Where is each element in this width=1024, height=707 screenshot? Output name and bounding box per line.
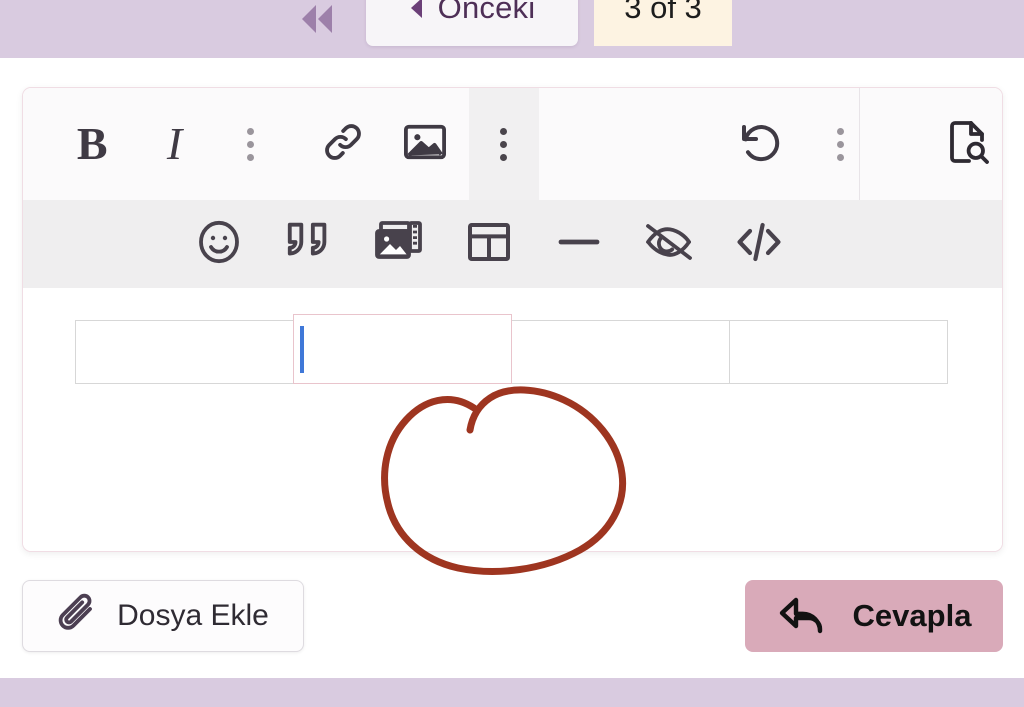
page-counter-badge: 3 of 3 xyxy=(594,0,732,46)
editor-toolbar-secondary xyxy=(23,200,1002,288)
editor-table xyxy=(75,314,950,384)
link-icon xyxy=(320,119,366,170)
insert-horizontal-rule-button[interactable] xyxy=(551,214,607,274)
undo-arrow-icon xyxy=(736,119,784,170)
bottom-chrome-bar xyxy=(0,678,1024,707)
horizontal-line-icon xyxy=(555,231,603,258)
page-counter-label: 3 of 3 xyxy=(624,0,702,25)
italic-glyph: I xyxy=(166,118,183,169)
caret-left-icon xyxy=(409,0,424,20)
table-cell-2[interactable] xyxy=(293,314,512,384)
text-cursor xyxy=(300,326,304,373)
bold-glyph: B xyxy=(76,118,108,169)
paperclip-icon xyxy=(57,592,99,641)
toolbar-divider xyxy=(859,88,860,200)
previous-page-button[interactable]: Onceki xyxy=(366,0,578,46)
table-cell-3[interactable] xyxy=(511,320,730,384)
table-grid-icon xyxy=(465,220,513,269)
more-text-options-button[interactable] xyxy=(216,88,286,200)
vertical-dots-icon xyxy=(500,127,508,161)
preview-document-button[interactable] xyxy=(932,88,1002,200)
reply-editor-card: B I xyxy=(22,87,1003,552)
eye-off-icon xyxy=(643,219,695,270)
smiley-face-icon xyxy=(195,218,243,271)
more-insert-options-button[interactable] xyxy=(468,88,539,200)
insert-media-button[interactable] xyxy=(371,214,427,274)
image-icon xyxy=(402,121,448,168)
app-screen: Onceki 3 of 3 B I Dosya Ekle Cevapla xyxy=(0,0,1024,707)
previous-page-label: Onceki xyxy=(437,0,536,25)
italic-button[interactable]: I xyxy=(139,88,209,200)
attach-file-button[interactable]: Dosya Ekle xyxy=(22,580,304,652)
insert-code-button[interactable] xyxy=(731,214,787,274)
editor-content-area[interactable]: H xyxy=(23,288,1002,551)
bold-button[interactable]: B xyxy=(57,88,127,200)
insert-image-button[interactable] xyxy=(390,88,460,200)
insert-quote-button[interactable] xyxy=(281,214,337,274)
table-cell-4[interactable] xyxy=(729,320,948,384)
insert-emoji-button[interactable] xyxy=(191,214,247,274)
reply-label: Cevapla xyxy=(852,598,972,633)
reply-button[interactable]: Cevapla xyxy=(745,580,1003,652)
insert-table-button[interactable] xyxy=(461,214,517,274)
reply-arrow-icon xyxy=(777,591,831,642)
document-search-icon xyxy=(943,118,991,171)
media-gallery-icon xyxy=(373,218,425,271)
more-history-options-button[interactable] xyxy=(805,88,875,200)
quotation-marks-icon xyxy=(284,220,334,269)
table-cell-1[interactable] xyxy=(75,320,294,384)
vertical-dots-icon xyxy=(247,127,255,161)
editor-toolbar-primary: B I xyxy=(23,88,1002,200)
attach-file-label: Dosya Ekle xyxy=(117,599,269,632)
vertical-dots-icon xyxy=(836,127,844,161)
undo-button[interactable] xyxy=(725,88,795,200)
double-chevron-left-icon[interactable] xyxy=(292,0,342,42)
insert-link-button[interactable] xyxy=(308,88,378,200)
insert-spoiler-button[interactable] xyxy=(641,214,697,274)
code-brackets-icon xyxy=(734,218,784,271)
pagination-nav: Onceki 3 of 3 xyxy=(0,0,1024,58)
